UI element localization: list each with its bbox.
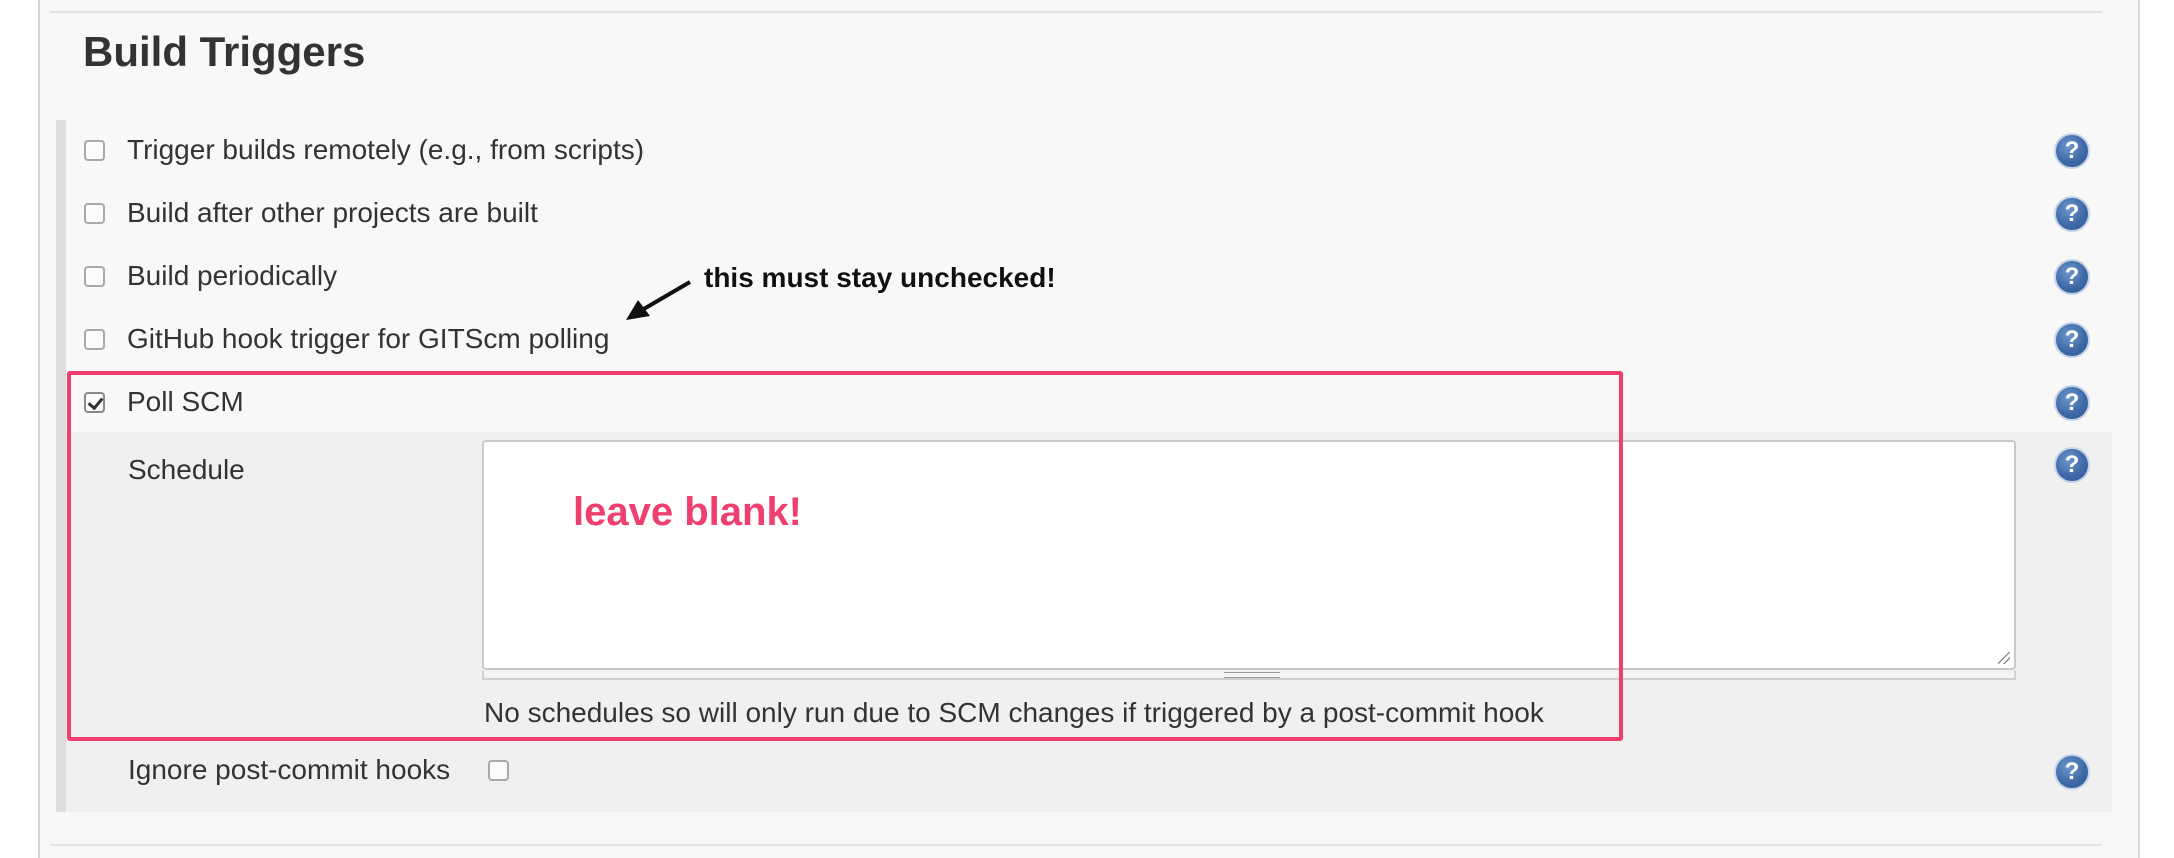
section-divider-top [50, 11, 2102, 13]
resize-grip-icon[interactable] [1998, 652, 2010, 664]
build-periodically-row[interactable]: Build periodically [66, 245, 337, 307]
section-divider-bottom [50, 844, 2102, 846]
build-after-other-label: Build after other projects are built [127, 197, 538, 228]
github-hook-label: GitHub hook trigger for GITScm polling [127, 323, 610, 354]
github-hook-row[interactable]: GitHub hook trigger for GITScm polling [66, 308, 609, 370]
trigger-remote-label: Trigger builds remotely (e.g., from scri… [127, 134, 645, 165]
annotation-arrow-icon [626, 280, 692, 320]
annotation-textarea-note: leave blank! [573, 490, 803, 534]
build-after-other-checkbox[interactable] [84, 202, 105, 224]
trigger-remote-row[interactable]: Trigger builds remotely (e.g., from scri… [66, 119, 644, 181]
github-hook-checkbox[interactable] [84, 328, 105, 350]
build-after-other-row[interactable]: Build after other projects are built [66, 182, 538, 244]
help-icon[interactable]: ? [2054, 322, 2090, 358]
help-icon[interactable]: ? [2054, 754, 2090, 790]
build-periodically-checkbox[interactable] [84, 265, 105, 287]
ignore-post-commit-label: Ignore post-commit hooks [128, 754, 451, 785]
help-icon[interactable]: ? [2054, 196, 2090, 232]
help-icon[interactable]: ? [2054, 385, 2090, 421]
annotation-highlight-box [67, 371, 1623, 741]
help-icon[interactable]: ? [2054, 133, 2090, 169]
ignore-post-commit-checkbox[interactable] [488, 760, 509, 781]
trigger-remote-checkbox[interactable] [84, 139, 105, 161]
annotation-arrow-note: this must stay unchecked! [704, 262, 1056, 293]
build-periodically-label: Build periodically [127, 260, 338, 291]
help-icon[interactable]: ? [2054, 447, 2090, 483]
help-icon[interactable]: ? [2054, 259, 2090, 295]
section-title: Build Triggers [83, 28, 366, 75]
